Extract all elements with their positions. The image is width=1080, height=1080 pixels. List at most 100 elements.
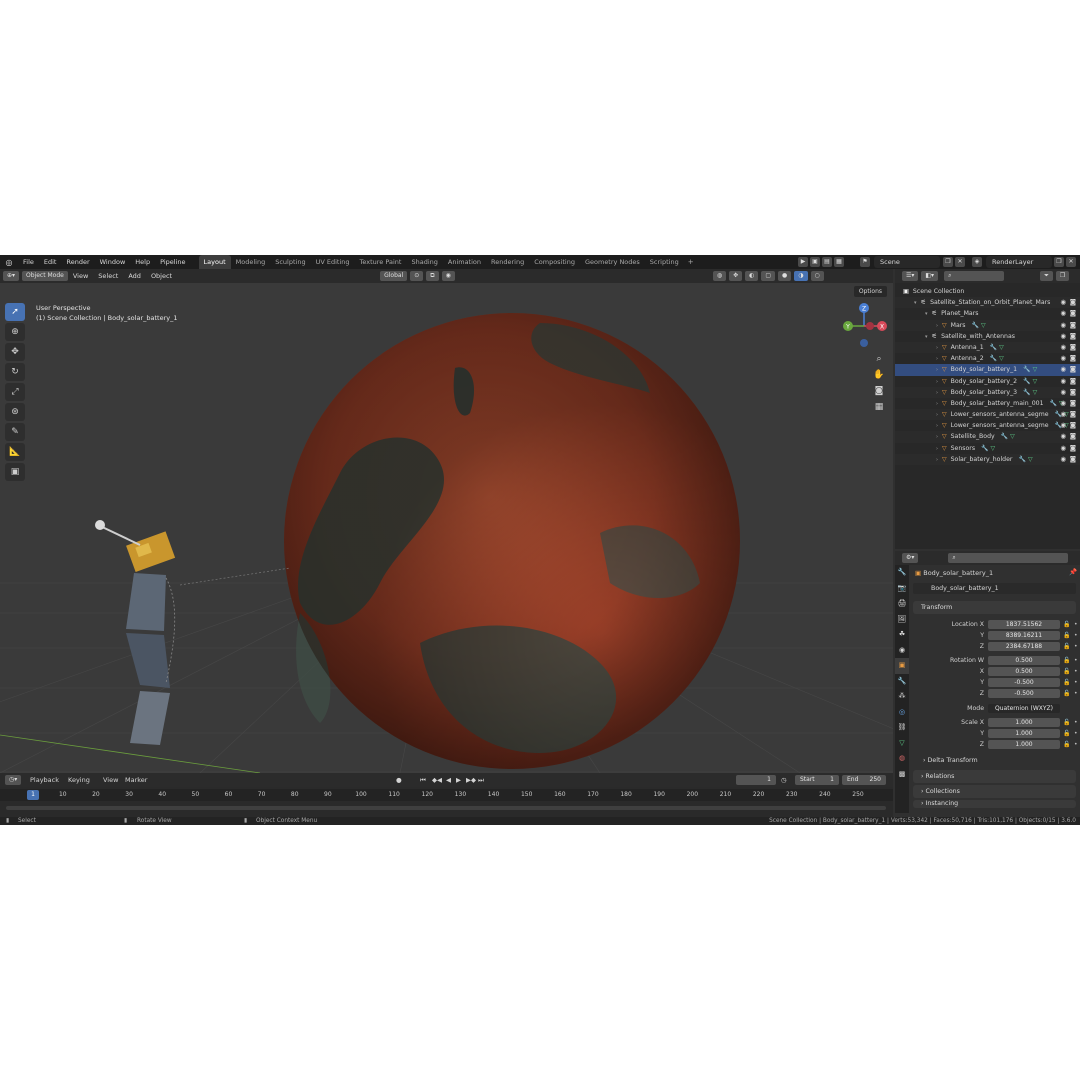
rotation-x-field[interactable]: 0.500 xyxy=(988,667,1060,676)
lock-icon[interactable]: 🔓 xyxy=(1063,655,1070,666)
render-camera-icon[interactable]: ◙ xyxy=(1070,387,1076,398)
disclosure-arrow-icon[interactable]: › xyxy=(936,345,938,351)
modifier-tab-icon[interactable]: 🔧 xyxy=(895,674,909,690)
properties-editor-icon[interactable]: ⚙▾ xyxy=(902,553,919,563)
xray-icon[interactable]: ▢ xyxy=(761,271,776,281)
menu-timeline-view[interactable]: View xyxy=(103,773,118,787)
outliner-row[interactable]: › ▽ Lower_sensors_antenna_segme 🔧 ▽ ◉ ◙ xyxy=(895,420,1080,431)
disclosure-arrow-icon[interactable]: › xyxy=(936,457,938,463)
tab-animation[interactable]: Animation xyxy=(443,255,486,269)
mesh-data-icon[interactable]: ▽ xyxy=(999,344,1004,351)
collections-panel-header[interactable]: › Collections xyxy=(913,785,1076,798)
eye-icon[interactable]: ◉ xyxy=(1060,308,1066,319)
modifier-icon[interactable]: 🔧 xyxy=(972,322,979,329)
rotation-z-field[interactable]: -0.500 xyxy=(988,689,1060,698)
data-tab-icon[interactable]: ▽ xyxy=(895,736,909,752)
location-x-field[interactable]: 1837.51562 xyxy=(988,620,1060,629)
tab-sculpting[interactable]: Sculpting xyxy=(270,255,310,269)
disclosure-arrow-icon[interactable]: ▾ xyxy=(925,311,928,317)
menu-select[interactable]: Select xyxy=(93,272,123,280)
disclosure-arrow-icon[interactable]: › xyxy=(936,390,938,396)
mesh-data-icon[interactable]: ▽ xyxy=(999,355,1004,362)
shading-material-icon[interactable]: ◑ xyxy=(794,271,808,281)
disclosure-arrow-icon[interactable]: › xyxy=(936,379,938,385)
outliner-row[interactable]: ▾ ⚟ Satellite_Station_on_Orbit_Planet_Mars… xyxy=(895,297,1080,309)
render-anim-icon[interactable]: ▤ xyxy=(822,257,832,267)
outliner-row[interactable]: › ▽ Body_solar_battery_1 🔧 ▽ ◉ ◙ xyxy=(895,364,1080,376)
outliner-row[interactable]: › ▽ Mars 🔧 ▽ ◉ ◙ xyxy=(895,319,1080,331)
render-camera-icon[interactable]: ◙ xyxy=(1070,342,1076,353)
eye-icon[interactable]: ◉ xyxy=(1060,376,1066,387)
relations-panel-header[interactable]: › Relations xyxy=(913,770,1076,783)
outliner-row[interactable]: › ▽ Lower_sensors_antenna_segme 🔧 ▽ ◉ ◙ xyxy=(895,409,1080,421)
menu-file[interactable]: File xyxy=(18,255,39,269)
modifier-icon[interactable]: 🔧 xyxy=(1018,456,1025,463)
render-camera-icon[interactable]: ◙ xyxy=(1070,409,1076,420)
modifier-icon[interactable]: 🔧 xyxy=(990,355,997,362)
render-camera-icon[interactable]: ◙ xyxy=(1070,431,1076,442)
tab-shading[interactable]: Shading xyxy=(406,255,442,269)
view-layer-tab-icon[interactable]: 🖼 xyxy=(895,612,909,628)
play-render-icon[interactable]: ▶ xyxy=(798,257,808,267)
transform-panel-header[interactable]: Transform xyxy=(913,601,1076,614)
mesh-data-icon[interactable]: ▽ xyxy=(991,445,996,452)
delta-transform-subpanel[interactable]: › Delta Transform xyxy=(923,755,978,766)
3d-viewport[interactable]: Z Y X User Perspective (1) Scene Collect… xyxy=(0,283,893,773)
overlay-icon[interactable]: ◐ xyxy=(745,271,759,281)
modifier-icon[interactable]: 🔧 xyxy=(1023,389,1030,396)
blender-logo-icon[interactable]: ◎ xyxy=(0,258,18,267)
end-frame-field[interactable]: End 250 xyxy=(842,775,886,785)
folder-icon[interactable]: ▦ xyxy=(834,257,844,267)
outliner-row[interactable]: › ▽ Antenna_2 🔧 ▽ ◉ ◙ xyxy=(895,353,1080,364)
render-camera-icon[interactable]: ◙ xyxy=(1070,297,1076,308)
outliner-row[interactable]: › ▽ Satellite_Body 🔧 ▽ ◉ ◙ xyxy=(895,431,1080,443)
tool-tab-icon[interactable]: 🔧 xyxy=(895,565,909,581)
eye-icon[interactable]: ◉ xyxy=(1060,387,1066,398)
editor-type-icon[interactable]: ⊕▾ xyxy=(3,271,20,281)
keyframe-dot-icon[interactable]: • xyxy=(1074,630,1078,641)
keyframe-dot-icon[interactable]: • xyxy=(1074,655,1078,666)
menu-marker[interactable]: Marker xyxy=(125,773,147,787)
outliner-row[interactable]: › ▽ Antenna_1 🔧 ▽ ◉ ◙ xyxy=(895,341,1080,354)
outliner-search-icon[interactable]: ⌕ xyxy=(944,271,1005,281)
lock-icon[interactable]: 🔓 xyxy=(1063,630,1070,641)
eye-icon[interactable]: ◉ xyxy=(1060,297,1066,308)
ortho-grid-icon[interactable]: ▦ xyxy=(873,401,885,413)
constraints-tab-icon[interactable]: ⛓ xyxy=(895,720,909,736)
menu-edit[interactable]: Edit xyxy=(39,255,62,269)
eye-icon[interactable]: ◉ xyxy=(1060,342,1066,353)
render-image-icon[interactable]: ▣ xyxy=(810,257,820,267)
add-cube-tool-icon[interactable]: ▣ xyxy=(5,463,25,481)
lock-icon[interactable]: 🔓 xyxy=(1063,641,1070,652)
outliner-row[interactable]: ▾ ⚟ Planet_Mars ◉ ◙ xyxy=(895,308,1080,319)
timeline-scrollbar[interactable] xyxy=(6,806,886,810)
keyframe-dot-icon[interactable]: • xyxy=(1074,641,1078,652)
eye-icon[interactable]: ◉ xyxy=(1060,364,1066,375)
scale-y-field[interactable]: 1.000 xyxy=(988,729,1060,738)
disclosure-arrow-icon[interactable]: ▾ xyxy=(925,334,928,340)
lock-icon[interactable]: 🔓 xyxy=(1063,717,1070,728)
properties-search-icon[interactable]: ⌕ xyxy=(948,553,1069,563)
camera-icon[interactable]: ◙ xyxy=(873,385,885,397)
pin-icon[interactable]: 📌 xyxy=(1069,568,1077,576)
move-tool-icon[interactable]: ✥ xyxy=(5,343,25,361)
play-reverse-icon[interactable]: ◀ xyxy=(446,773,451,787)
menu-pipeline[interactable]: Pipeline xyxy=(155,255,190,269)
object-name-field[interactable]: Body_solar_battery_1 xyxy=(913,583,1076,594)
eye-icon[interactable]: ◉ xyxy=(1060,409,1066,420)
annotate-tool-icon[interactable]: ✎ xyxy=(5,423,25,441)
disclosure-arrow-icon[interactable]: › xyxy=(936,423,938,429)
menu-object[interactable]: Object xyxy=(146,272,177,280)
shading-rendered-icon[interactable]: ○ xyxy=(810,271,824,281)
disclosure-arrow-icon[interactable]: › xyxy=(936,401,938,407)
disclosure-arrow-icon[interactable]: › xyxy=(936,446,938,452)
next-keyframe-icon[interactable]: ▶◆ xyxy=(466,773,476,787)
tab-compositing[interactable]: Compositing xyxy=(529,255,580,269)
play-icon[interactable]: ▶ xyxy=(456,773,461,787)
texture-tab-icon[interactable]: ▩ xyxy=(895,767,909,783)
modifier-icon[interactable]: 🔧 xyxy=(1001,433,1008,440)
select-tool-icon[interactable]: ➚ xyxy=(5,303,25,321)
timeline-ruler[interactable]: 1 10 20 30 40 50 60 70 80 90 100 110 120 130 140 150 160… xyxy=(0,789,893,801)
tab-layout[interactable]: Layout xyxy=(198,255,231,269)
keyframe-dot-icon[interactable]: • xyxy=(1074,619,1078,630)
